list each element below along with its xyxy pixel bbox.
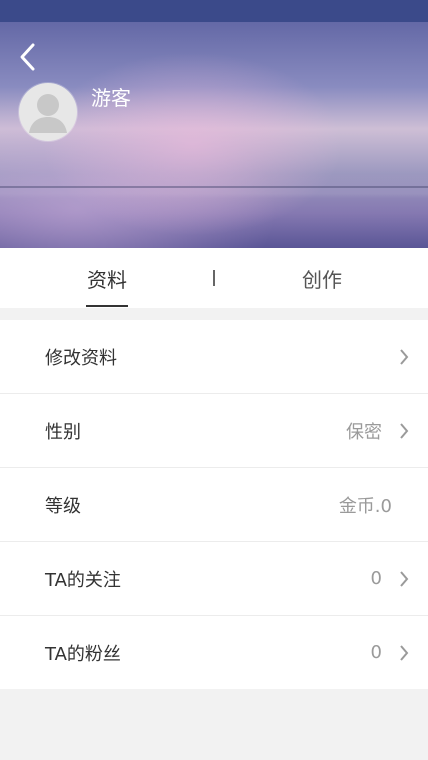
following-label: TA的关注 bbox=[45, 569, 121, 591]
following-row[interactable]: TA的关注 0 bbox=[0, 542, 428, 616]
active-tab-indicator bbox=[86, 305, 128, 307]
gender-row[interactable]: 性别 保密 bbox=[0, 394, 428, 468]
chevron-right-icon bbox=[400, 422, 409, 439]
followers-count: 0 bbox=[370, 642, 382, 663]
level-value: 金币.0 bbox=[338, 495, 392, 517]
edit-profile-label: 修改资料 bbox=[45, 347, 117, 369]
following-count: 0 bbox=[370, 568, 382, 589]
chevron-right-icon bbox=[400, 348, 409, 365]
chevron-right-icon bbox=[400, 570, 409, 587]
tab-divider bbox=[213, 270, 215, 286]
horizon-line bbox=[0, 186, 428, 188]
gender-value: 保密 bbox=[346, 421, 382, 443]
user-name: 游客 bbox=[91, 86, 131, 110]
tab-create[interactable]: 创作 bbox=[262, 248, 382, 308]
edit-profile-row[interactable]: 修改资料 bbox=[0, 320, 428, 394]
status-bar bbox=[0, 0, 428, 22]
level-row: 等级 金币.0 bbox=[0, 468, 428, 542]
profile-info-list: 修改资料 性别 保密 等级 金币.0 TA的关注 0 TA的粉丝 0 bbox=[0, 320, 428, 689]
gender-label: 性别 bbox=[45, 421, 81, 443]
tab-profile[interactable]: 资料 bbox=[47, 248, 167, 308]
back-arrow-icon bbox=[20, 43, 35, 71]
followers-row[interactable]: TA的粉丝 0 bbox=[0, 616, 428, 689]
chevron-right-icon bbox=[400, 644, 409, 661]
followers-label: TA的粉丝 bbox=[45, 643, 121, 665]
user-avatar[interactable] bbox=[19, 83, 77, 141]
level-label: 等级 bbox=[45, 495, 81, 517]
user-avatar-icon bbox=[29, 94, 67, 133]
back-button[interactable] bbox=[10, 40, 44, 74]
